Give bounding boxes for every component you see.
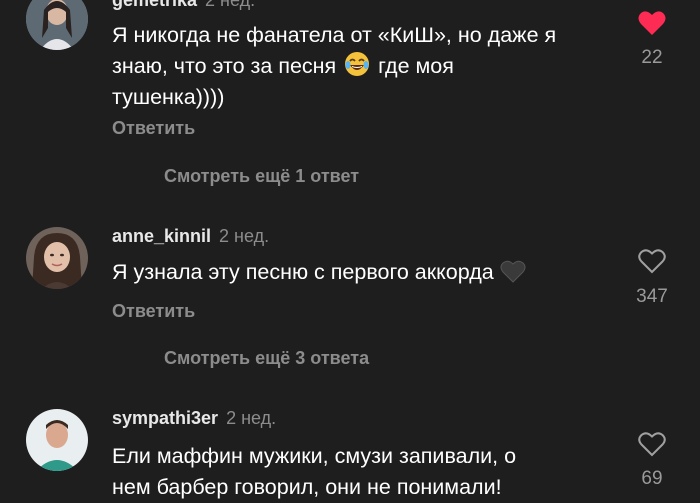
timestamp: 2 нед. <box>226 408 277 428</box>
comment-text: Ели маффин мужики, смузи запивали, о нем… <box>112 441 612 503</box>
like-count: 69 <box>641 468 663 489</box>
reply-button[interactable]: Ответить <box>112 301 195 322</box>
username[interactable]: gemetrika <box>112 0 197 10</box>
reply-button[interactable]: Ответить <box>112 118 195 139</box>
avatar[interactable] <box>26 227 88 289</box>
username[interactable]: anne_kinnil <box>112 226 211 246</box>
timestamp: 2 нед. <box>205 0 256 10</box>
heart-filled-icon[interactable] <box>638 10 666 36</box>
username[interactable]: sympathi3er <box>112 408 218 428</box>
comment-text-line: Я никогда не фанатела от «КиШ», но даже … <box>112 23 557 47</box>
user-line: anne_kinnil 2 нед. <box>112 226 269 247</box>
user-line: sympathi3er 2 нед. <box>112 408 276 429</box>
laughing-emoji-icon <box>345 52 370 76</box>
comment-text-line: тушенка)))) <box>112 85 225 109</box>
comment-text: Я никогда не фанатела от «КиШ», но даже … <box>112 20 612 113</box>
heart-outline-icon[interactable] <box>638 248 666 274</box>
like-count: 347 <box>636 286 668 307</box>
black-heart-emoji-icon <box>500 260 526 283</box>
comment-text-line: нем барбер говорил, они не понимали! <box>112 475 502 499</box>
view-more-replies-button[interactable]: Смотреть ещё 1 ответ <box>164 166 359 187</box>
comment-text-fragment: Я узнала эту песню с первого аккорда <box>112 260 494 284</box>
heart-outline-icon[interactable] <box>638 431 666 457</box>
avatar[interactable] <box>26 409 88 471</box>
timestamp: 2 нед. <box>219 226 270 246</box>
view-more-replies-button[interactable]: Смотреть ещё 3 ответа <box>164 348 369 369</box>
like-count: 22 <box>641 47 663 68</box>
user-line: gemetrika 2 нед. <box>112 0 255 11</box>
comment-text: Я узнала эту песню с первого аккорда <box>112 257 612 288</box>
avatar[interactable] <box>26 0 88 50</box>
comment-text-line: знаю, что это за песня где моя <box>112 51 612 82</box>
comment-text-fragment: где моя <box>378 54 454 78</box>
comment-text-line: Ели маффин мужики, смузи запивали, о <box>112 444 517 468</box>
comment-text-fragment: знаю, что это за песня <box>112 54 337 78</box>
